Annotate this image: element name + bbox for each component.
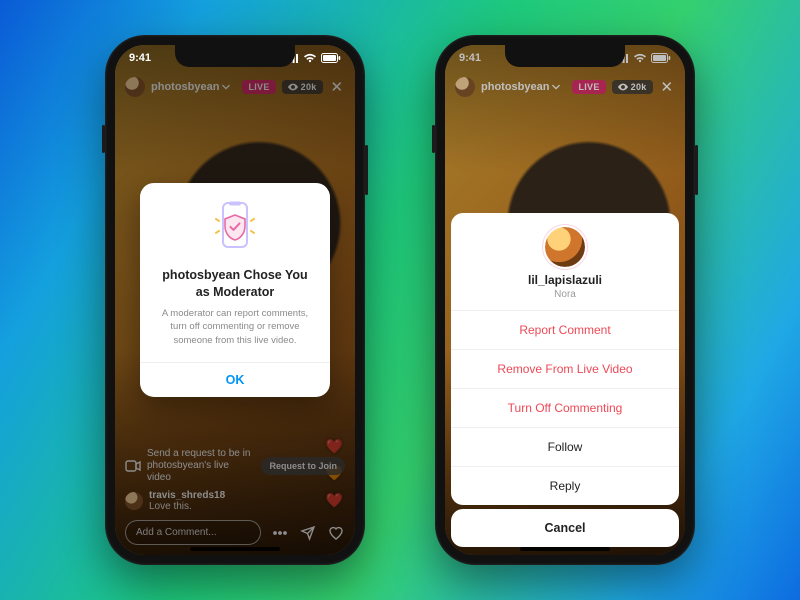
- wifi-icon: [303, 53, 317, 63]
- action-sheet-item[interactable]: Reply: [451, 466, 679, 505]
- modal-title: photosbyean Chose You as Moderator: [156, 267, 314, 301]
- action-sheet: lil_lapislazuli Nora Report CommentRemov…: [451, 213, 679, 505]
- action-sheet-item[interactable]: Remove From Live Video: [451, 349, 679, 388]
- home-indicator[interactable]: [190, 547, 280, 551]
- screen-right: 9:41 photosbyean LIVE 20k: [445, 45, 685, 555]
- stage: 9:41 photosbyean LIVE 20k: [0, 0, 800, 600]
- phone-left: 9:41 photosbyean LIVE 20k: [105, 35, 365, 565]
- home-indicator[interactable]: [520, 547, 610, 551]
- status-time: 9:41: [129, 52, 151, 64]
- action-sheet-cancel-button[interactable]: Cancel: [451, 509, 679, 547]
- action-sheet-item[interactable]: Report Comment: [451, 310, 679, 349]
- modal-description: A moderator can report comments, turn of…: [156, 307, 314, 348]
- device-notch: [175, 45, 295, 67]
- target-user-avatar[interactable]: [545, 227, 585, 267]
- modal-ok-button[interactable]: OK: [140, 362, 330, 397]
- battery-icon: [321, 53, 341, 63]
- phone-right: 9:41 photosbyean LIVE 20k: [435, 35, 695, 565]
- device-notch: [505, 45, 625, 67]
- action-sheet-item[interactable]: Turn Off Commenting: [451, 388, 679, 427]
- moderator-shield-icon: [213, 201, 257, 257]
- action-sheet-item[interactable]: Follow: [451, 427, 679, 466]
- action-sheet-wrap: lil_lapislazuli Nora Report CommentRemov…: [445, 45, 685, 555]
- screen-left: 9:41 photosbyean LIVE 20k: [115, 45, 355, 555]
- target-username: lil_lapislazuli: [461, 273, 669, 287]
- moderator-modal: photosbyean Chose You as Moderator A mod…: [140, 183, 330, 397]
- action-sheet-header: lil_lapislazuli Nora: [451, 213, 679, 310]
- target-display-name: Nora: [461, 289, 669, 300]
